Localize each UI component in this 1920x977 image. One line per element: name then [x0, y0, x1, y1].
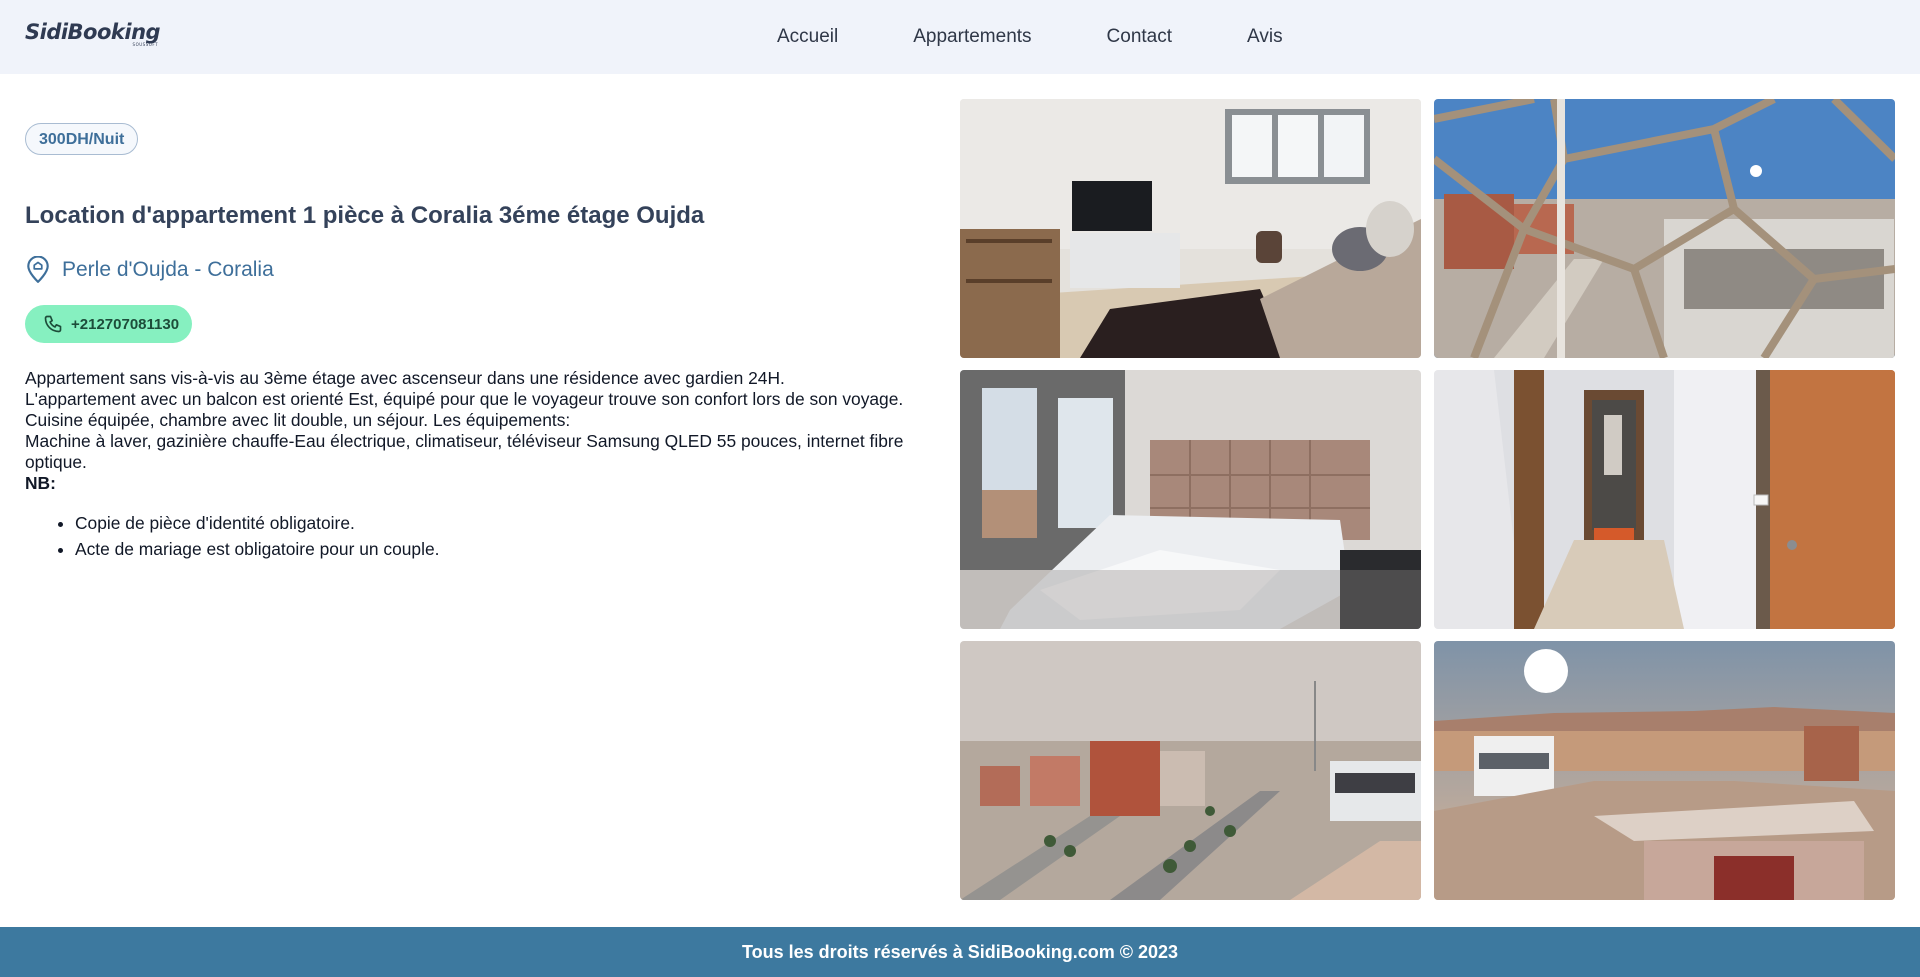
nb-item: Acte de mariage est obligatoire pour un … — [75, 536, 920, 562]
map-pin-icon — [27, 256, 49, 283]
photo-street-view[interactable] — [960, 641, 1421, 900]
site-footer: Tous les droits réservés à SidiBooking.c… — [0, 927, 1920, 977]
footer-copyright: Tous les droits réservés à SidiBooking.c… — [741, 941, 1179, 962]
phone-button[interactable]: +212707081130 — [25, 305, 192, 343]
description-line-3: Machine à laver, gazinière chauffe-Eau é… — [25, 431, 904, 472]
phone-icon — [44, 315, 62, 333]
photo-living-room[interactable] — [960, 99, 1421, 358]
location-text: Perle d'Oujda - Coralia — [62, 258, 274, 281]
listing-description: Appartement sans vis-à-vis au 3ème étage… — [25, 368, 920, 562]
site-logo[interactable]: SidiBooking SOUSSOFT — [25, 20, 161, 47]
listing-location: Perle d'Oujda - Coralia — [25, 256, 274, 284]
nav-link-appartements[interactable]: Appartements — [913, 26, 1031, 48]
photo-balcony-view[interactable] — [1434, 99, 1895, 358]
nb-item: Copie de pièce d'identité obligatoire. — [75, 510, 920, 536]
logo-subtext: SOUSSOFT — [132, 42, 159, 47]
description-line-1: Appartement sans vis-à-vis au 3ème étage… — [25, 368, 785, 388]
photo-bedroom[interactable] — [960, 370, 1421, 629]
photo-corridor[interactable] — [1434, 370, 1895, 629]
site-header: SidiBooking SOUSSOFT Accueil Appartement… — [0, 0, 1920, 74]
listing-title: Location d'appartement 1 pièce à Coralia… — [25, 202, 705, 229]
photo-sunset-view[interactable] — [1434, 641, 1895, 900]
photo-gallery — [960, 99, 1896, 900]
nav-link-contact[interactable]: Contact — [1107, 26, 1172, 48]
nav-link-accueil[interactable]: Accueil — [777, 26, 838, 48]
phone-number: +212707081130 — [71, 315, 180, 333]
main-nav: Accueil Appartements Contact Avis — [777, 0, 1358, 74]
price-badge: 300DH/Nuit — [25, 123, 139, 155]
nb-list: Copie de pièce d'identité obligatoire. A… — [25, 510, 920, 562]
logo-text: SidiBooking — [25, 20, 161, 44]
nav-link-avis[interactable]: Avis — [1247, 26, 1283, 48]
nb-label: NB: — [25, 473, 56, 493]
description-line-2: L'appartement avec un balcon est orienté… — [25, 389, 904, 430]
